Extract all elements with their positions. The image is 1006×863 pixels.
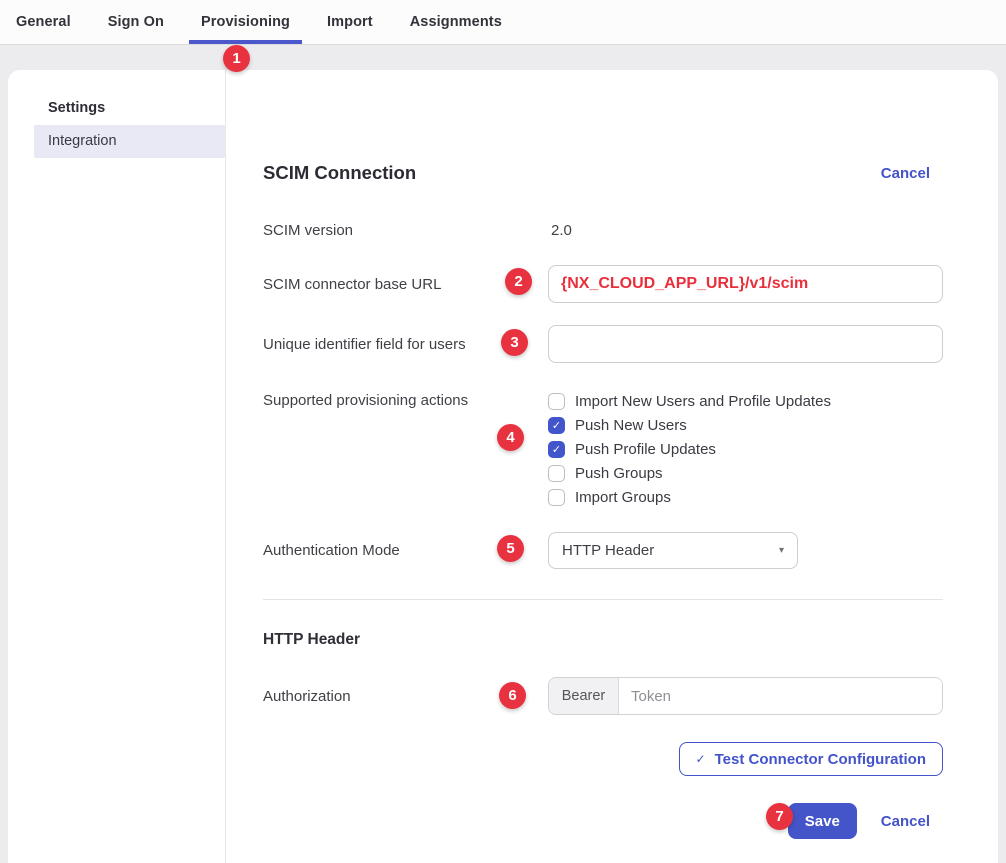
- save-button[interactable]: Save: [788, 803, 857, 839]
- tab-import[interactable]: Import: [327, 0, 373, 44]
- checkbox-push-new-users[interactable]: [548, 417, 565, 434]
- settings-sidebar: Settings Integration: [8, 70, 226, 863]
- annotation-badge-5: 5: [497, 535, 524, 562]
- provisioning-actions-label: Supported provisioning actions: [263, 389, 548, 413]
- base-url-input[interactable]: [548, 265, 943, 303]
- authentication-mode-select[interactable]: HTTP Header ▾: [548, 532, 798, 569]
- unique-identifier-input[interactable]: [548, 325, 943, 363]
- scim-version-label: SCIM version: [263, 222, 548, 239]
- tab-general[interactable]: General: [16, 0, 71, 44]
- page: General Sign On Provisioning Import Assi…: [0, 0, 1006, 863]
- bearer-prefix: Bearer: [549, 678, 619, 714]
- sidebar-heading: Settings: [48, 100, 225, 116]
- cancel-link-bottom[interactable]: Cancel: [881, 813, 930, 830]
- checkbox-import-new-users[interactable]: [548, 393, 565, 410]
- checkbox-push-profile-updates[interactable]: [548, 441, 565, 458]
- tab-sign-on[interactable]: Sign On: [108, 0, 164, 44]
- scim-version-value: 2.0: [548, 222, 943, 239]
- test-button-label: Test Connector Configuration: [715, 751, 926, 768]
- checkbox-label: Import Groups: [575, 489, 671, 506]
- annotation-badge-4: 4: [497, 424, 524, 451]
- checkbox-row-push-new-users[interactable]: Push New Users: [548, 413, 943, 437]
- checkbox-row-push-profile-updates[interactable]: Push Profile Updates: [548, 437, 943, 461]
- authorization-input-group: Bearer: [548, 677, 943, 715]
- checkbox-push-groups[interactable]: [548, 465, 565, 482]
- http-header-section-title: HTTP Header: [263, 631, 943, 653]
- token-input[interactable]: [619, 678, 942, 714]
- annotation-badge-6: 6: [499, 682, 526, 709]
- test-connector-configuration-button[interactable]: ✓ Test Connector Configuration: [679, 742, 943, 776]
- scim-form: SCIM Connection Cancel SCIM version 2.0 …: [226, 70, 998, 863]
- app-tabbar: General Sign On Provisioning Import Assi…: [0, 0, 1006, 45]
- cancel-link-top[interactable]: Cancel: [881, 165, 930, 182]
- check-icon: ✓: [696, 752, 706, 766]
- content-card: Settings Integration SCIM Connection Can…: [8, 70, 998, 863]
- checkbox-label: Push Groups: [575, 465, 663, 482]
- checkbox-label: Push New Users: [575, 417, 687, 434]
- annotation-badge-2: 2: [505, 268, 532, 295]
- checkbox-row-import-new-users[interactable]: Import New Users and Profile Updates: [548, 389, 943, 413]
- annotation-badge-7: 7: [766, 803, 793, 830]
- tab-provisioning[interactable]: Provisioning: [201, 0, 290, 44]
- section-divider: [263, 599, 943, 600]
- annotation-badge-3: 3: [501, 329, 528, 356]
- annotation-badge-1: 1: [223, 45, 250, 72]
- tab-assignments[interactable]: Assignments: [410, 0, 502, 44]
- checkbox-row-import-groups[interactable]: Import Groups: [548, 485, 943, 509]
- sidebar-item-integration[interactable]: Integration: [34, 125, 225, 158]
- page-title: SCIM Connection: [263, 162, 416, 184]
- chevron-down-icon: ▾: [779, 545, 784, 556]
- checkbox-row-push-groups[interactable]: Push Groups: [548, 461, 943, 485]
- checkbox-label: Push Profile Updates: [575, 441, 716, 458]
- checkbox-import-groups[interactable]: [548, 489, 565, 506]
- checkbox-label: Import New Users and Profile Updates: [575, 393, 831, 410]
- authentication-mode-value: HTTP Header: [562, 542, 654, 559]
